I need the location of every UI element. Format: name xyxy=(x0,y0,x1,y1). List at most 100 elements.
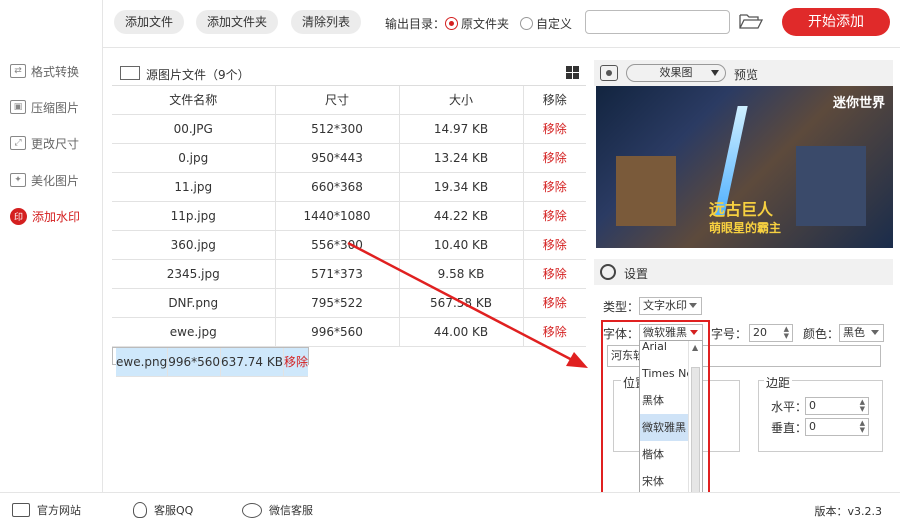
sidebar-item-compress[interactable]: ▣ 压缩图片 xyxy=(10,97,79,117)
version-label: 版本：v3.2.3 xyxy=(814,505,883,518)
preview-figure-left xyxy=(616,156,676,226)
file-size: 44.00 KB xyxy=(399,317,524,347)
start-button[interactable]: 开始添加 xyxy=(782,8,890,36)
radio-on-icon xyxy=(445,17,458,30)
remove-link[interactable]: 移除 xyxy=(523,259,586,289)
horizontal-stepper[interactable]: 0 ▲ ▼ xyxy=(805,397,869,415)
sidebar-item-format-convert[interactable]: ⇄ 格式转换 xyxy=(10,61,79,81)
qq-support-label: 客服QQ xyxy=(154,504,194,517)
color-label: 颜色： xyxy=(803,327,840,341)
sidebar: ⇄ 格式转换 ▣ 压缩图片 ⤢ 更改尺寸 ✦ 美化图片 印 添加水印 xyxy=(0,0,103,492)
color-value: 黑色 xyxy=(843,326,865,339)
remove-link[interactable]: 移除 xyxy=(523,114,586,144)
table-row[interactable]: 00.JPG 512*300 14.97 KB 移除 xyxy=(112,114,586,144)
sidebar-item-watermark[interactable]: 印 添加水印 xyxy=(10,206,80,226)
sidebar-item-resize[interactable]: ⤢ 更改尺寸 xyxy=(10,133,79,153)
horizontal-value: 0 xyxy=(809,399,816,412)
preview-mode-select[interactable]: 效果图 xyxy=(626,64,726,82)
clear-list-button[interactable]: 清除列表 xyxy=(291,10,362,34)
chevron-down-icon xyxy=(871,330,879,335)
output-path-input[interactable] xyxy=(585,10,730,34)
file-size: 567.58 KB xyxy=(399,288,524,318)
vertical-label: 垂直： xyxy=(771,421,808,435)
sidebar-item-label: 压缩图片 xyxy=(31,100,80,115)
file-size: 13.24 KB xyxy=(399,143,524,173)
table-row[interactable]: 11p.jpg 1440*1080 44.22 KB 移除 xyxy=(112,201,586,231)
folder-open-icon[interactable] xyxy=(739,12,763,30)
radio-custom[interactable]: 自定义 xyxy=(520,15,572,32)
file-name: DNF.png xyxy=(112,288,276,318)
preview-caption-title: 远古巨人 xyxy=(709,200,774,219)
scrollbar-thumb[interactable] xyxy=(691,367,700,503)
grid-view-icon[interactable] xyxy=(566,66,579,79)
file-size: 44.22 KB xyxy=(399,201,524,231)
preview-logo: 迷你世界 xyxy=(832,96,885,111)
file-size: 10.40 KB xyxy=(399,230,524,260)
type-label: 类型： xyxy=(603,300,640,314)
file-dimension: 996*560 xyxy=(167,347,222,377)
table-row[interactable]: ewe.jpg 996*560 44.00 KB 移除 xyxy=(112,317,586,347)
type-value: 文字水印 xyxy=(643,299,687,312)
preview-bar: 效果图 预览 xyxy=(594,60,893,86)
resize-icon: ⤢ xyxy=(10,136,26,150)
file-size: 9.58 KB xyxy=(399,259,524,289)
sidebar-item-label: 格式转换 xyxy=(31,64,80,79)
file-name: 0.jpg xyxy=(112,143,276,173)
column-header-size[interactable]: 大小 xyxy=(399,86,524,115)
table-row[interactable]: 360.jpg 556*300 10.40 KB 移除 xyxy=(112,230,586,260)
table-row[interactable]: DNF.png 795*522 567.58 KB 移除 xyxy=(112,288,586,318)
wechat-support-link[interactable]: 微信客服 xyxy=(242,502,313,518)
wechat-support-label: 微信客服 xyxy=(269,504,313,517)
bottom-bar: 官方网站 客服QQ 微信客服 版本：v3.2.3 xyxy=(0,492,900,522)
file-dimension: 950*443 xyxy=(275,143,400,173)
official-website-link[interactable]: 官方网站 xyxy=(12,502,81,518)
column-header-dimension[interactable]: 尺寸 xyxy=(275,86,400,115)
radio-original-label: 原文件夹 xyxy=(461,17,510,31)
margin-label: 边距 xyxy=(764,374,793,391)
watermark-icon: 印 xyxy=(10,207,27,225)
font-option[interactable]: 黑体 xyxy=(640,387,688,414)
file-name: ewe.png xyxy=(116,347,169,377)
qq-support-link[interactable]: 客服QQ xyxy=(133,502,193,518)
chevron-down-icon xyxy=(689,303,697,308)
official-website-label: 官方网站 xyxy=(37,504,81,517)
font-option[interactable]: 楷体 xyxy=(640,441,688,468)
remove-link[interactable]: 移除 xyxy=(523,201,586,231)
table-row[interactable]: 11.jpg 660*368 19.34 KB 移除 xyxy=(112,172,586,202)
sidebar-item-beautify[interactable]: ✦ 美化图片 xyxy=(10,170,79,190)
font-option-highlighted[interactable]: 微软雅黑 xyxy=(640,414,688,441)
remove-link[interactable]: 移除 xyxy=(523,143,586,173)
file-size: 19.34 KB xyxy=(399,172,524,202)
remove-link[interactable]: 移除 xyxy=(523,317,586,347)
qq-icon xyxy=(133,502,147,518)
table-row[interactable]: 2345.jpg 571*373 9.58 KB 移除 xyxy=(112,259,586,289)
type-select[interactable]: 文字水印 xyxy=(639,297,702,315)
color-select[interactable]: 黑色 xyxy=(839,324,884,342)
file-panel: 源图片文件（9个） 文件名称 尺寸 大小 移除 00.JPG 512*300 1… xyxy=(112,60,586,490)
stepper-arrows-icon: ▲ ▼ xyxy=(859,419,865,434)
gear-icon xyxy=(600,264,616,280)
add-folder-button[interactable]: 添加文件夹 xyxy=(196,10,279,34)
font-option[interactable]: 宋体 xyxy=(640,468,688,495)
table-row-selected[interactable]: ewe.png 996*560 637.74 KB 移除 xyxy=(112,346,309,377)
remove-link[interactable]: 移除 xyxy=(523,288,586,318)
column-header-name[interactable]: 文件名称 xyxy=(112,86,276,115)
table-header-row: 文件名称 尺寸 大小 移除 xyxy=(112,86,586,115)
vertical-value: 0 xyxy=(809,420,816,433)
font-option[interactable]: Arial xyxy=(640,333,688,360)
chevron-up-icon[interactable]: ▲ xyxy=(692,343,698,352)
add-file-button[interactable]: 添加文件 xyxy=(114,10,185,34)
size-stepper[interactable]: 20 ▲ ▼ xyxy=(749,324,793,342)
remove-link[interactable]: 移除 xyxy=(523,172,586,202)
vertical-stepper[interactable]: 0 ▲ ▼ xyxy=(805,418,869,436)
file-dimension: 571*373 xyxy=(275,259,400,289)
file-dimension: 512*300 xyxy=(275,114,400,144)
column-header-remove: 移除 xyxy=(523,86,586,115)
font-label: 字体： xyxy=(603,327,640,341)
radio-original-folder[interactable]: 原文件夹 xyxy=(445,15,509,32)
remove-link[interactable]: 移除 xyxy=(523,230,586,260)
remove-link[interactable]: 移除 xyxy=(283,347,308,377)
font-option[interactable]: Times Ne xyxy=(640,360,688,387)
file-name: 360.jpg xyxy=(112,230,276,260)
table-row[interactable]: 0.jpg 950*443 13.24 KB 移除 xyxy=(112,143,586,173)
